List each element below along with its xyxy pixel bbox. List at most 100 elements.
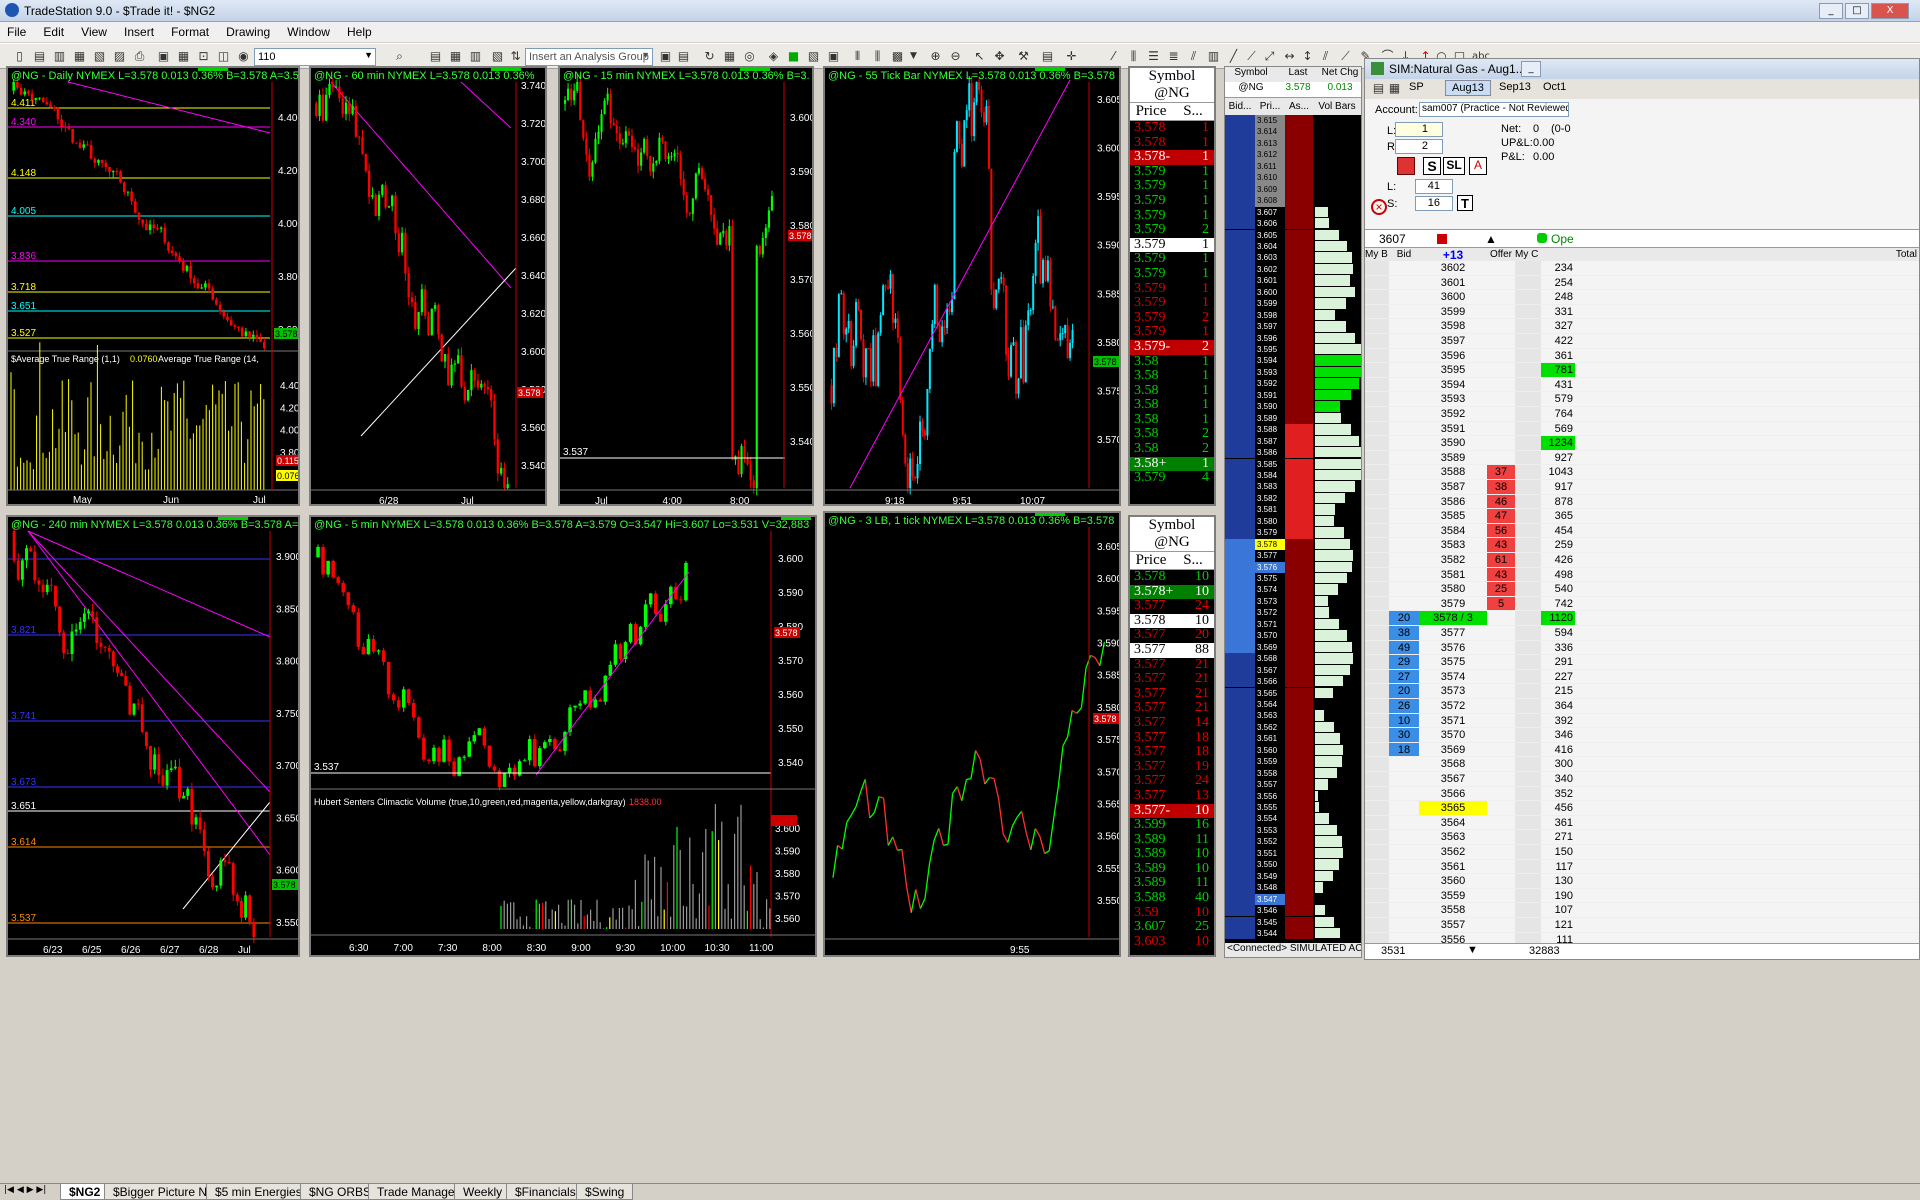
chevron-down-icon[interactable]: ▼: [906, 49, 921, 64]
bid-cell[interactable]: 20: [1389, 684, 1419, 698]
menu-file[interactable]: File: [0, 22, 33, 42]
my-bid-cell[interactable]: [1365, 903, 1389, 917]
offer-cell[interactable]: 25: [1487, 582, 1515, 596]
chart-ng-15min[interactable]: @NG - 15 min NYMEX L=3.578 0.013 0.36% B…: [558, 66, 814, 506]
offer-cell[interactable]: 46: [1487, 494, 1515, 509]
radar-row[interactable]: 3.561: [1225, 733, 1361, 745]
radar-row[interactable]: 3.563: [1225, 710, 1361, 722]
my-bid-cell[interactable]: [1365, 494, 1389, 509]
radar-row[interactable]: 3.546: [1225, 905, 1361, 917]
matrix-row[interactable]: 3593 579: [1365, 392, 1919, 407]
matrix-row[interactable]: 3588 37 1043: [1365, 465, 1919, 480]
my-offer-cell[interactable]: [1515, 626, 1541, 640]
chart-ng-3lb[interactable]: @NG - 3 LB, 1 tick NYMEX L=3.578 0.013 0…: [823, 511, 1121, 957]
my-bid-cell[interactable]: [1365, 334, 1389, 348]
my-bid-cell[interactable]: [1365, 509, 1389, 523]
my-offer-cell[interactable]: [1515, 436, 1541, 450]
radar-row[interactable]: 3.584: [1225, 469, 1361, 482]
radar-row[interactable]: 3.566: [1225, 676, 1361, 688]
bid-cell[interactable]: [1389, 597, 1419, 611]
radar-row[interactable]: 3.582: [1225, 492, 1361, 505]
offer-cell[interactable]: [1487, 903, 1515, 917]
offer-cell[interactable]: [1487, 378, 1515, 392]
radar-row[interactable]: 3.591: [1225, 389, 1361, 402]
my-bid-cell[interactable]: [1365, 392, 1389, 406]
bid-cell[interactable]: 20: [1389, 611, 1419, 625]
list-icon[interactable]: ▥: [468, 49, 483, 64]
radar-row[interactable]: 3.573: [1225, 595, 1361, 608]
offer-cell[interactable]: 43: [1487, 567, 1515, 582]
my-offer-cell[interactable]: [1515, 815, 1541, 830]
my-offer-cell[interactable]: [1515, 494, 1541, 509]
my-bid-cell[interactable]: [1365, 523, 1389, 538]
offer-cell[interactable]: 47: [1487, 509, 1515, 523]
offer-cell[interactable]: [1487, 874, 1515, 888]
save-icon[interactable]: ▦: [72, 49, 87, 64]
matrix-row[interactable]: 3586 46 878: [1365, 494, 1919, 510]
my-bid-cell[interactable]: [1365, 596, 1389, 611]
my-bid-cell[interactable]: [1365, 290, 1389, 304]
bid-cell[interactable]: 30: [1389, 728, 1419, 742]
bid-cell[interactable]: [1389, 392, 1419, 406]
time-and-sales-bottom[interactable]: Symbol @NG Price S... 3.578 10 3.578+ 10 3.57…: [1128, 515, 1216, 957]
bid-cell[interactable]: 18: [1389, 742, 1419, 757]
radar-row[interactable]: 3.599: [1225, 298, 1361, 310]
bid-cell[interactable]: [1389, 889, 1419, 903]
bid-cell[interactable]: [1389, 757, 1419, 771]
radar-row[interactable]: 3.587: [1225, 435, 1361, 448]
offer-cell[interactable]: [1487, 684, 1515, 698]
offer-cell[interactable]: [1487, 801, 1515, 815]
my-bid-cell[interactable]: [1365, 348, 1389, 363]
my-offer-cell[interactable]: [1515, 538, 1541, 552]
radar-row[interactable]: 3.589: [1225, 412, 1361, 425]
radar-row[interactable]: 3.601: [1225, 275, 1361, 287]
radar-row[interactable]: 3.547: [1225, 893, 1361, 906]
radar-row[interactable]: 3.558: [1225, 767, 1361, 780]
offer-cell[interactable]: 61: [1487, 553, 1515, 567]
radar-row[interactable]: 3.557: [1225, 779, 1361, 791]
my-bid-cell[interactable]: [1365, 801, 1389, 815]
radar-row[interactable]: 3.585: [1225, 458, 1361, 470]
menu-window[interactable]: Window: [280, 22, 337, 42]
bid-cell[interactable]: [1389, 874, 1419, 888]
my-offer-cell[interactable]: [1515, 801, 1541, 815]
bid-cell[interactable]: [1389, 436, 1419, 450]
radar-row[interactable]: 3.556: [1225, 790, 1361, 802]
bid-cell[interactable]: [1389, 801, 1419, 815]
stop-limit-button[interactable]: SL: [1443, 157, 1465, 175]
bid-cell[interactable]: [1389, 538, 1419, 552]
matrix-row[interactable]: 3568 300: [1365, 757, 1919, 772]
scroll-down-icon[interactable]: ▼: [1467, 944, 1478, 956]
matrix-row[interactable]: 3559 190: [1365, 888, 1919, 904]
bid-cell[interactable]: [1389, 290, 1419, 304]
my-offer-cell[interactable]: [1515, 742, 1541, 757]
matrix-row[interactable]: 3599 331: [1365, 304, 1919, 320]
matrix-row[interactable]: 3589 927: [1365, 450, 1919, 466]
my-bid-cell[interactable]: [1365, 713, 1389, 728]
offer-cell[interactable]: 38: [1487, 480, 1515, 494]
matrix-row[interactable]: 3592 764: [1365, 407, 1919, 422]
matrix-row[interactable]: 29 3575 291: [1365, 655, 1919, 670]
my-offer-cell[interactable]: [1515, 859, 1541, 874]
radar-row[interactable]: 3.609: [1225, 183, 1361, 196]
tab-trade-manager[interactable]: Trade Manager: [368, 1184, 468, 1200]
my-bid-cell[interactable]: [1365, 669, 1389, 684]
table-icon[interactable]: ▦: [448, 49, 463, 64]
my-offer-cell[interactable]: [1515, 304, 1541, 319]
offer-cell[interactable]: [1487, 670, 1515, 684]
my-offer-cell[interactable]: [1515, 290, 1541, 304]
matrix-row[interactable]: 3591 569: [1365, 421, 1919, 437]
my-offer-cell[interactable]: [1515, 713, 1541, 728]
my-offer-cell[interactable]: [1515, 655, 1541, 669]
matrix-row[interactable]: 3601 254: [1365, 275, 1919, 291]
color-icon[interactable]: ◉: [236, 49, 251, 64]
offer-cell[interactable]: [1487, 392, 1515, 406]
refresh-icon[interactable]: ↻: [702, 49, 717, 64]
radar-row[interactable]: 3.568: [1225, 653, 1361, 665]
print-preview-icon[interactable]: ▨: [112, 49, 127, 64]
radar-row[interactable]: 3.596: [1225, 332, 1361, 344]
offer-cell[interactable]: [1487, 860, 1515, 874]
matrix-row[interactable]: 3602 234: [1365, 261, 1919, 276]
menu-help[interactable]: Help: [340, 22, 379, 42]
bid-cell[interactable]: [1389, 422, 1419, 436]
